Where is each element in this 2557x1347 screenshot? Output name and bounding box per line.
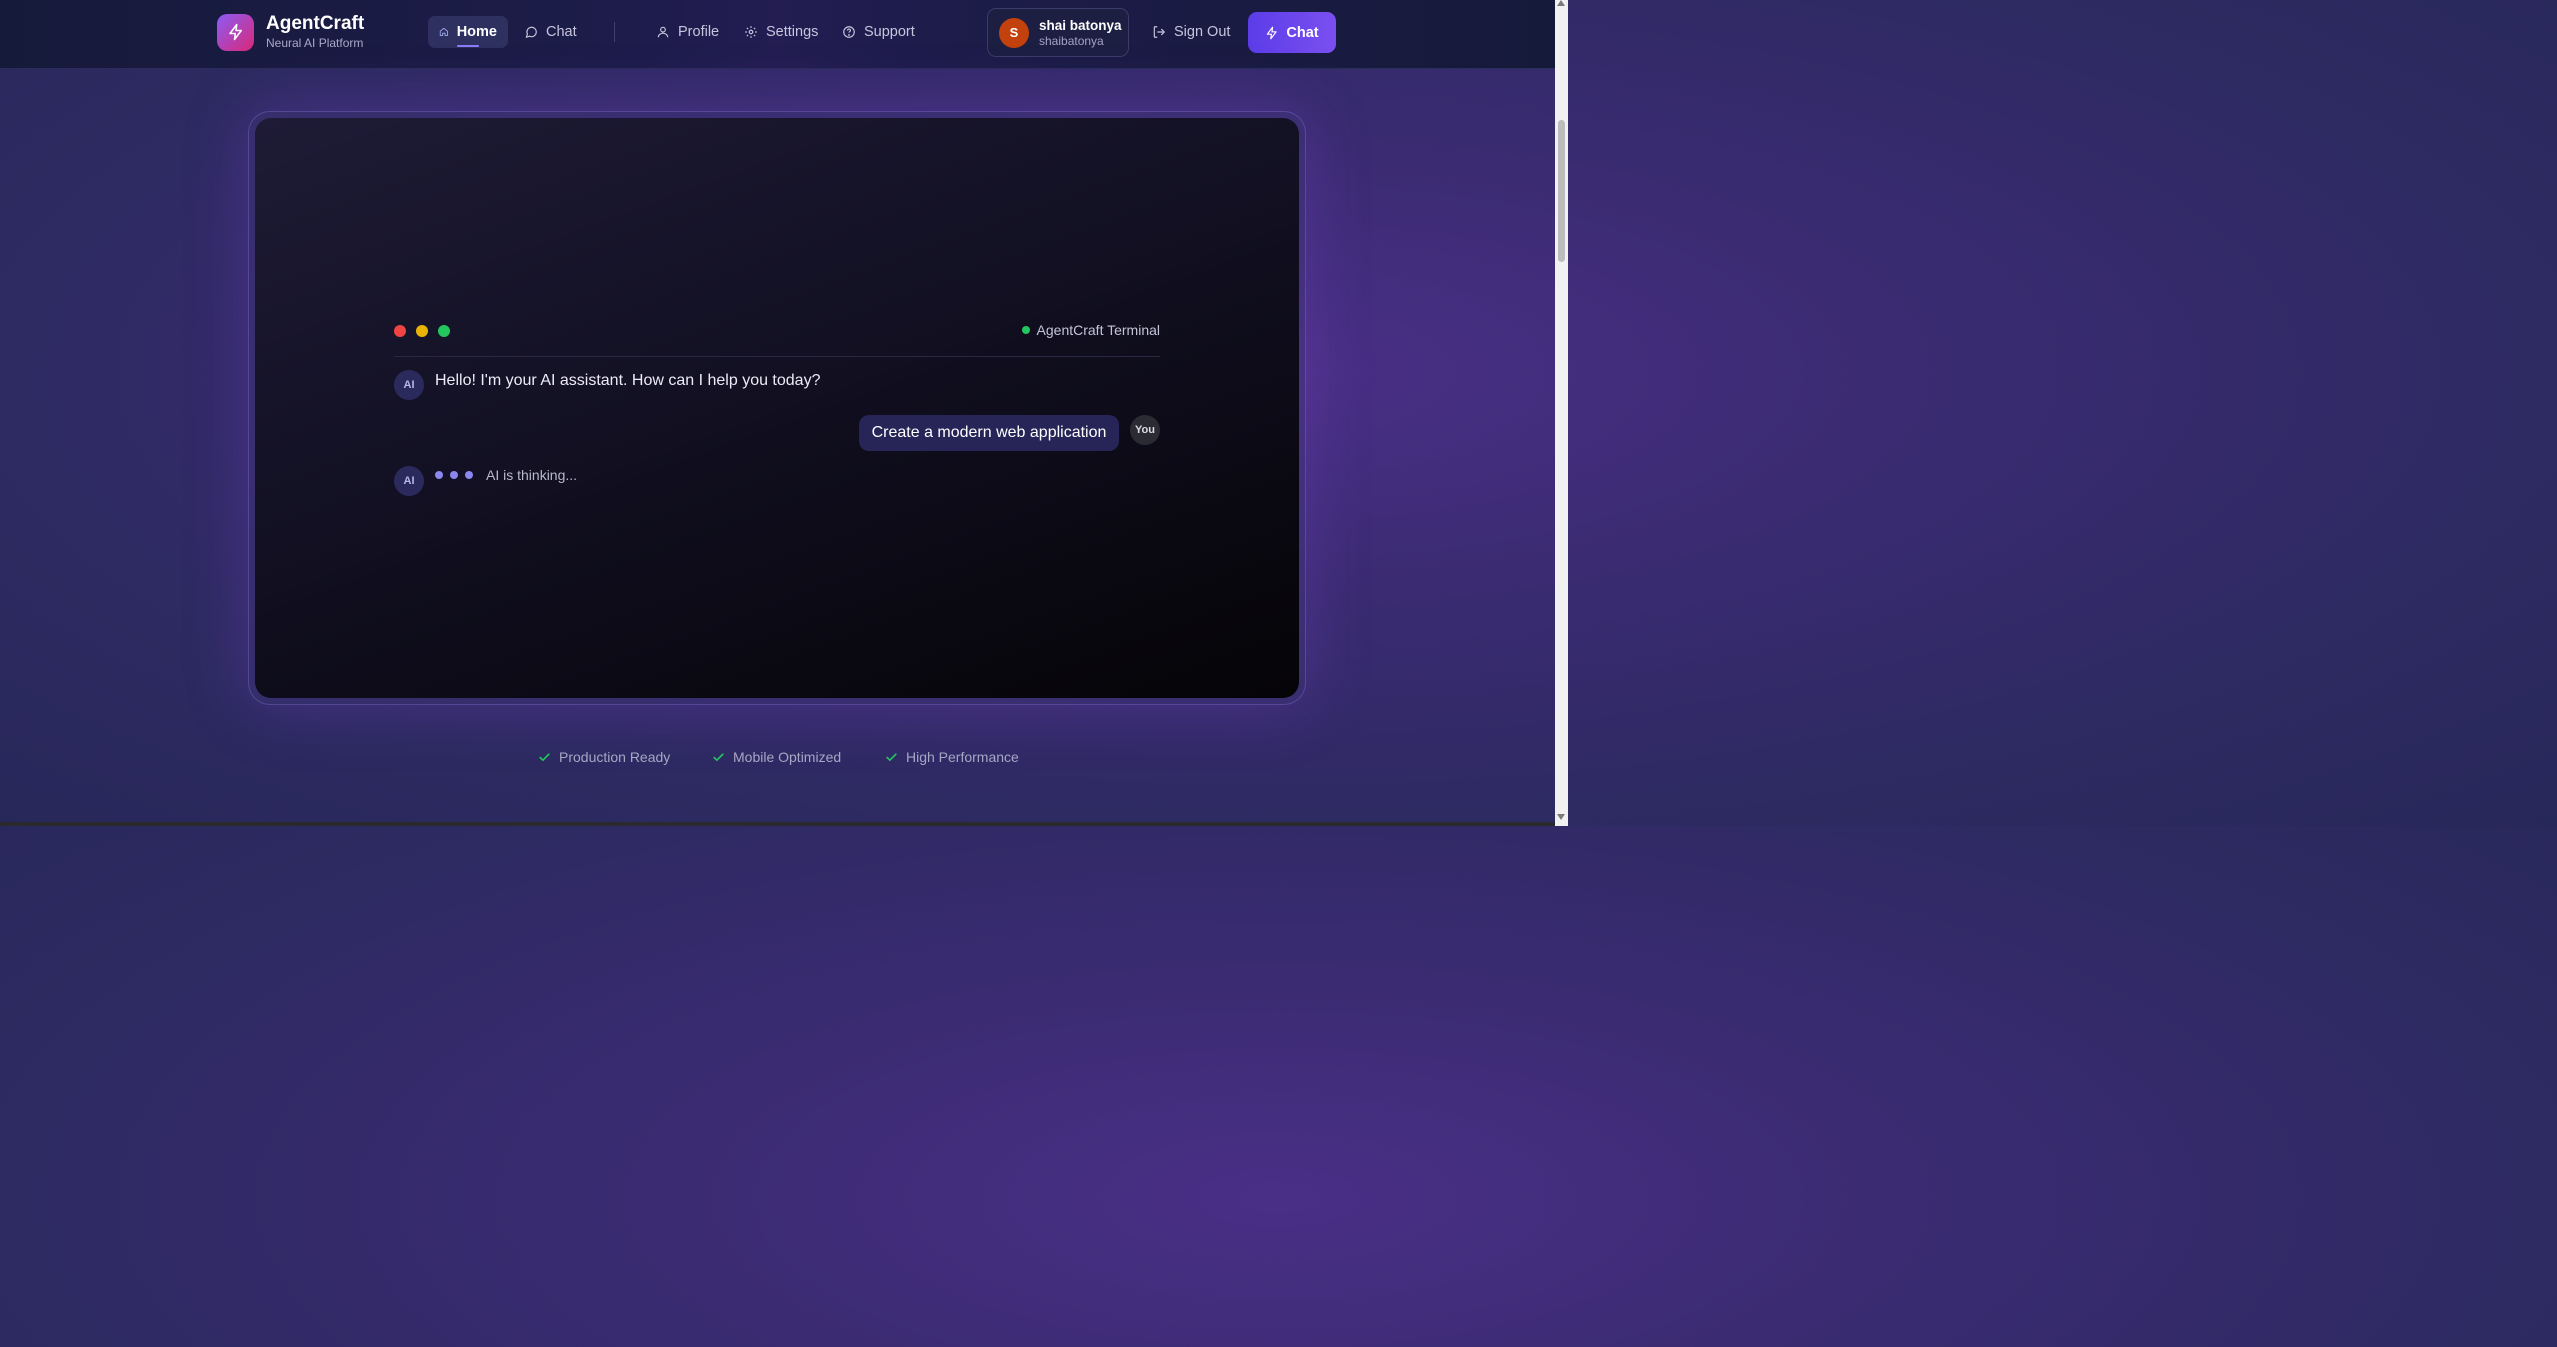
gear-icon [745,26,757,38]
user-profile-card[interactable]: S shai batonya shaibatonya [987,8,1129,57]
check-icon [886,752,897,761]
user-handle: shaibatonya [1039,33,1104,48]
brand-title: AgentCraft [266,13,365,34]
window-minimize-dot [416,325,428,337]
chat-bubble-icon [525,26,537,38]
brand-subtitle: Neural AI Platform [266,36,364,50]
ai-avatar: AI [394,466,424,496]
nav-settings[interactable]: Settings [733,16,829,48]
home-icon [439,27,448,37]
help-circle-icon [843,26,855,38]
window-bottom-edge [0,822,1555,826]
check-icon [713,752,724,761]
lightning-icon [1267,26,1278,39]
scroll-down-arrow-icon[interactable] [1557,814,1565,820]
thinking-status: AI is thinking... [486,467,578,483]
feature-label: Production Ready [559,749,671,765]
nav-profile-label: Profile [678,24,720,40]
nav-settings-label: Settings [766,24,819,40]
top-navbar: AgentCraft Neural AI Platform Home Chat … [0,0,1555,69]
user-avatar: You [1130,415,1160,445]
active-tab-indicator [457,45,479,47]
vertical-scrollbar[interactable] [1555,0,1568,826]
nav-chat-label: Chat [546,24,577,40]
typing-indicator [435,471,480,479]
check-icon [539,752,550,761]
feature-item: Mobile Optimized [712,749,841,765]
terminal-title-label: AgentCraft Terminal [1036,322,1160,338]
avatar: S [999,17,1029,48]
sign-out-button[interactable]: Sign Out [1141,16,1241,48]
nav-divider [614,22,615,42]
nav-support-label: Support [864,24,915,40]
sign-out-icon [1153,26,1165,38]
user-message: Create a modern web application [859,415,1119,451]
feature-label: Mobile Optimized [733,749,842,765]
terminal-header: AgentCraft Terminal [394,320,1160,357]
terminal-screen [255,118,1299,698]
chat-cta-button[interactable]: Chat [1248,12,1336,53]
sign-out-label: Sign Out [1174,24,1231,40]
nav-support[interactable]: Support [831,16,926,48]
ai-avatar: AI [394,370,424,400]
user-icon [657,26,669,38]
nav-home-label: Home [456,24,497,40]
scroll-up-arrow-icon[interactable] [1557,0,1565,6]
window-close-dot [394,325,406,337]
chat-cta-label: Chat [1286,24,1319,41]
brand[interactable]: AgentCraft Neural AI Platform [217,13,364,51]
online-status-dot [1021,326,1030,334]
lightning-icon [217,13,254,51]
scrollbar-thumb[interactable] [1558,120,1565,262]
nav-home[interactable]: Home [428,16,508,48]
terminal-title: AgentCraft Terminal [1021,322,1160,338]
nav-profile[interactable]: Profile [645,16,730,48]
feature-item: High Performance [885,749,1019,765]
nav-chat[interactable]: Chat [513,16,588,48]
feature-item: Production Ready [538,749,670,765]
ai-message: Hello! I'm your AI assistant. How can I … [435,372,821,389]
feature-list: Production Ready Mobile Optimized High P… [0,749,1555,771]
feature-label: High Performance [906,749,1019,765]
user-name: shai batonya [1039,17,1122,33]
window-maximize-dot [438,325,450,337]
